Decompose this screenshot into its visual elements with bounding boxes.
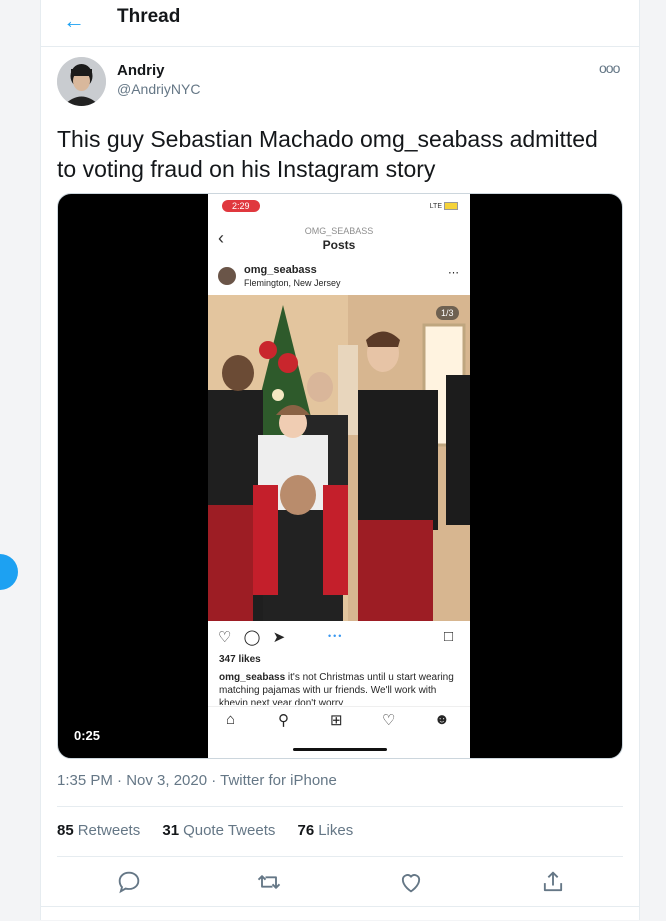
ig-add-icon: ⊞	[330, 712, 343, 729]
likes-count: 76	[297, 822, 315, 839]
retweet-button[interactable]	[255, 868, 283, 896]
heart-icon	[401, 874, 421, 893]
ig-search-icon: ⚲	[278, 712, 289, 729]
thread-header: ← Thread	[41, 0, 639, 47]
ig-home-icon: ⌂	[226, 711, 236, 728]
ig-likes: 347 likes	[219, 654, 261, 665]
quotes-count: 31	[162, 822, 180, 839]
retweets-label: Retweets	[77, 822, 141, 839]
ig-profile-icon: ☻	[434, 711, 450, 728]
reply-button[interactable]	[115, 868, 143, 896]
ig-bottom-nav: ⌂ ⚲ ⊞ ♡ ☻	[208, 706, 470, 737]
battery-icon	[444, 202, 458, 210]
quotes-stat[interactable]: 31 Quote Tweets	[162, 822, 275, 839]
ig-bookmark-icon: □	[444, 628, 454, 645]
ig-more-icon: ⋯	[448, 267, 459, 279]
retweets-stat[interactable]: 85 Retweets	[57, 822, 140, 839]
ig-action-bar: ♡ ◯ ➤	[218, 628, 293, 646]
tweet-stats: 85 Retweets 31 Quote Tweets 76 Likes	[57, 822, 371, 839]
likes-stat[interactable]: 76 Likes	[298, 822, 354, 839]
tweet-text: This guy Sebastian Machado omg_seabass a…	[57, 126, 598, 182]
ig-header-title: Posts	[322, 238, 356, 252]
thread-column: ← Thread Andriy @AndriyNYC ooo This guy …	[40, 0, 640, 920]
ig-comment-icon: ◯	[243, 629, 261, 646]
video-time-badge: 0:25	[74, 728, 101, 743]
ig-status-time: 2:29	[222, 200, 260, 212]
like-button[interactable]	[397, 868, 425, 896]
author-handle[interactable]: @AndriyNYC	[117, 81, 200, 97]
avatar[interactable]	[57, 57, 106, 106]
divider	[57, 856, 623, 857]
instagram-screen: 2:29 LTE ‹ OMG_SEABASS Posts omg_seabass…	[208, 194, 470, 758]
ig-username: omg_seabass	[244, 264, 317, 276]
ig-like-icon: ♡	[218, 629, 232, 646]
retweets-count: 85	[57, 822, 74, 839]
ig-avatar	[218, 267, 236, 285]
floating-compose-edge[interactable]	[0, 554, 18, 590]
divider	[57, 806, 623, 807]
page-title: Thread	[117, 6, 181, 27]
share-icon	[543, 871, 563, 892]
likes-label: Likes	[318, 822, 354, 839]
ig-send-icon: ➤	[272, 629, 286, 646]
ig-activity-icon: ♡	[382, 712, 396, 729]
author-name[interactable]: Andriy	[117, 62, 165, 79]
tweet-timestamp[interactable]: 1:35 PM · Nov 3, 2020 · Twitter for iPho…	[57, 772, 337, 789]
ig-home-indicator	[293, 748, 387, 751]
arrow-left-icon[interactable]: ←	[63, 8, 85, 34]
ig-caption-user: omg_seabass	[219, 672, 286, 683]
more-options-icon[interactable]: ooo	[599, 60, 620, 76]
tweet-video[interactable]: 2:29 LTE ‹ OMG_SEABASS Posts omg_seabass…	[57, 193, 623, 759]
ig-signal-indicator: LTE	[430, 202, 458, 210]
next-tweet-edge	[41, 906, 639, 921]
ig-header-sub: OMG_SEABASS	[304, 226, 374, 236]
ig-location: Flemington, New Jersey	[244, 278, 341, 288]
quotes-label: Quote Tweets	[183, 822, 276, 839]
retweet-icon	[257, 875, 281, 889]
reply-icon	[118, 871, 140, 894]
ig-photo-counter: 1/3	[436, 306, 459, 320]
ig-pager-dots: •••	[328, 631, 344, 641]
ig-caption: omg_seabass it's not Christmas until u s…	[219, 671, 464, 705]
ig-signal-text: LTE	[429, 202, 442, 210]
ig-photo	[208, 295, 470, 621]
share-button[interactable]	[539, 868, 567, 896]
